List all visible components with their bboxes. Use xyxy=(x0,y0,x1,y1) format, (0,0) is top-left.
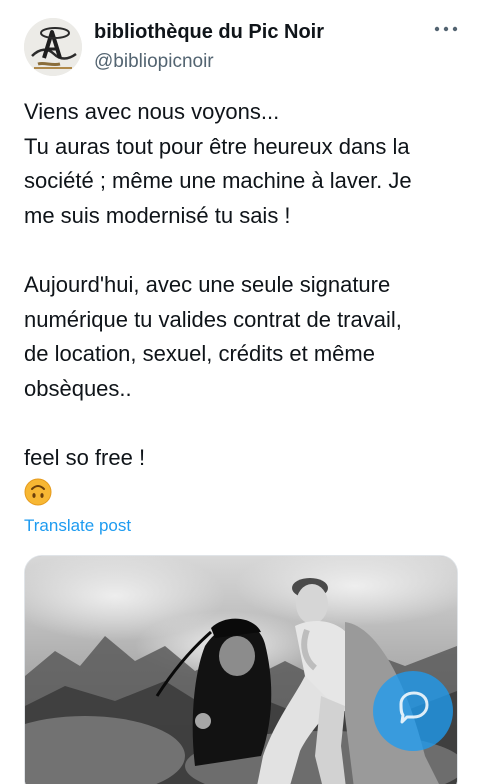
post-text-line: société ; même une machine à laver. Je xyxy=(24,168,412,194)
avatar-logo-icon xyxy=(24,18,82,76)
post-text-line: numérique tu valides contrat de travail, xyxy=(24,306,402,332)
more-options-icon[interactable] xyxy=(432,18,460,40)
post-header: bibliothèque du Pic Noir @bibliopicnoir xyxy=(24,16,462,80)
post-card: bibliothèque du Pic Noir @bibliopicnoir … xyxy=(0,0,480,784)
chat-floating-button[interactable] xyxy=(373,671,453,751)
post-text-line: de location, sexuel, crédits et même xyxy=(24,341,375,367)
post-text-line: me suis modernisé tu sais ! xyxy=(24,202,291,228)
post-text-line: feel so free ! xyxy=(24,444,146,470)
post-text-line: obsèques.. xyxy=(24,375,132,401)
post-text-line: Viens avec nous voyons... xyxy=(24,99,280,124)
chat-bubble-icon xyxy=(399,691,429,724)
upside-down-face-emoji-icon xyxy=(24,478,52,506)
avatar[interactable] xyxy=(24,18,82,76)
translate-post-link[interactable]: Translate post xyxy=(24,516,131,536)
author-display-name[interactable]: bibliothèque du Pic Noir xyxy=(94,21,324,44)
post-text-line: Aujourd'hui, avec une seule signature xyxy=(24,271,391,297)
post-text-line: Tu auras tout pour être heureux dans la xyxy=(24,133,410,159)
author-handle[interactable]: @bibliopicnoir xyxy=(94,51,214,73)
post-text: Viens avec nous voyons... Tu auras tout … xyxy=(24,95,464,476)
